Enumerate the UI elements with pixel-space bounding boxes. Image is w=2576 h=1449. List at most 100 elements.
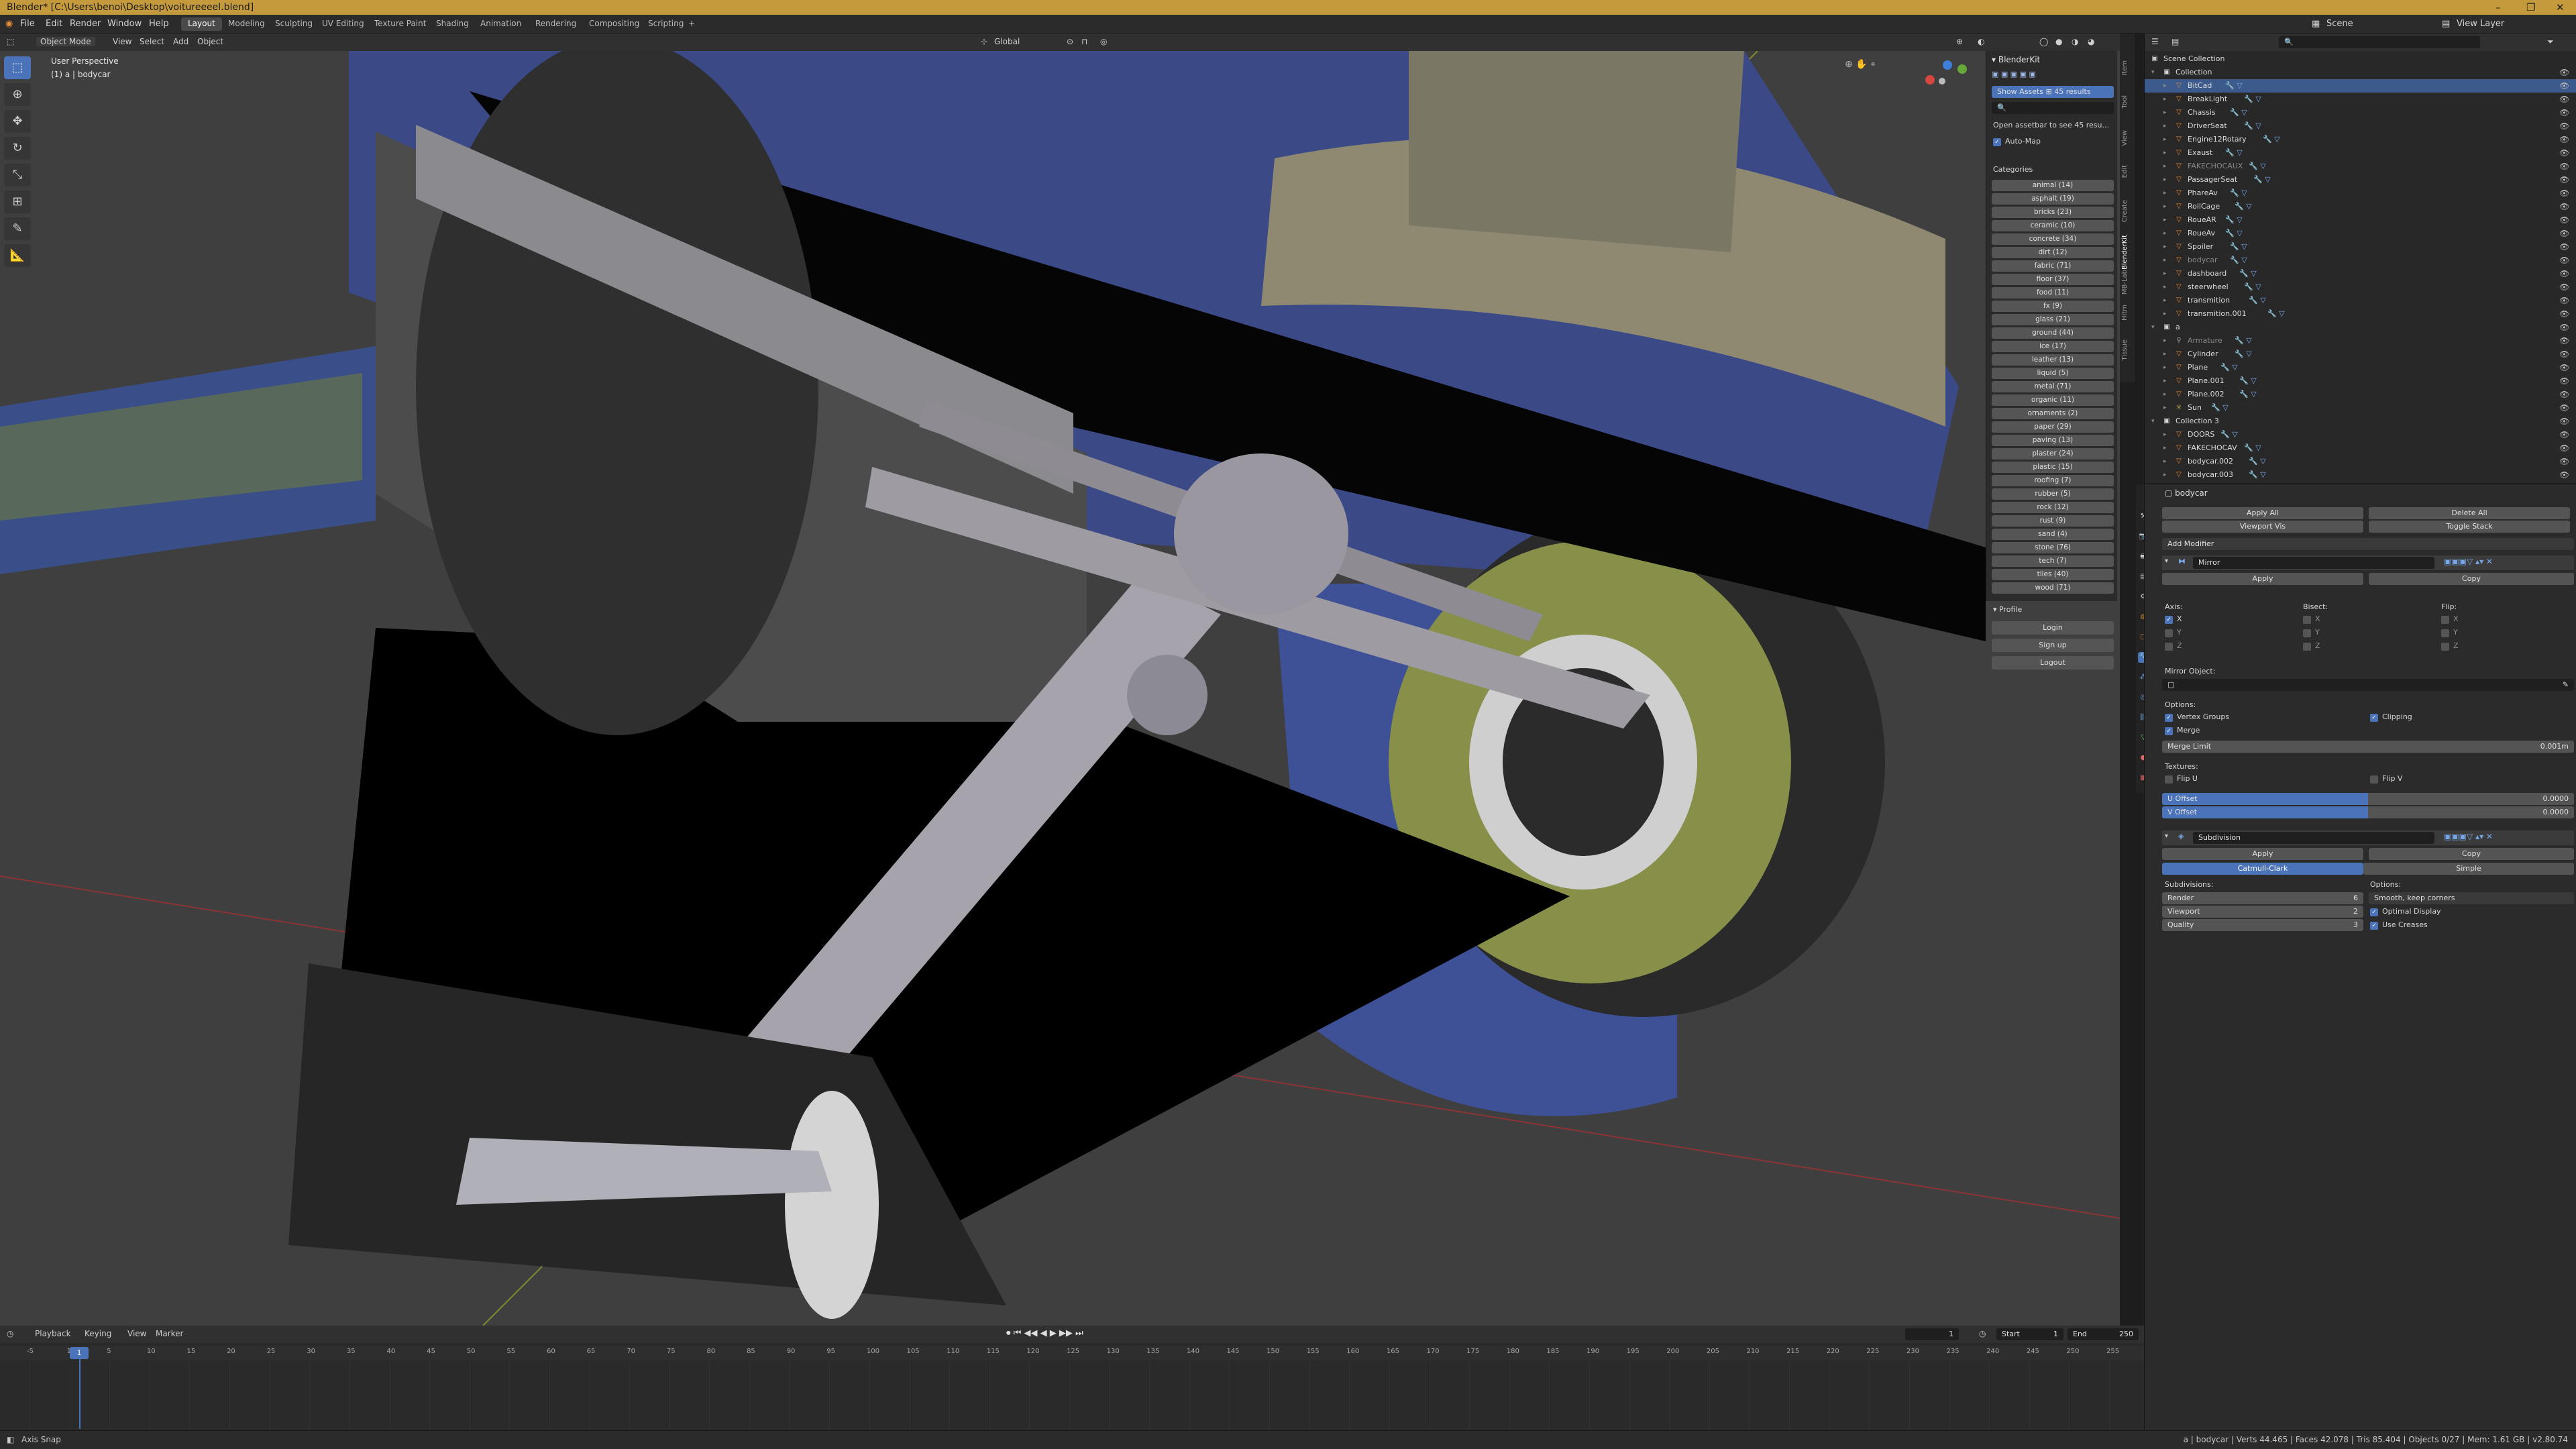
visibility-eye-icon[interactable]: 👁 bbox=[2559, 66, 2569, 79]
category-item[interactable]: plastic (15) bbox=[1992, 462, 2114, 473]
outliner-row[interactable]: ▸ ▽ transmition.001 🔧 ▽ 👁 bbox=[2145, 307, 2576, 321]
category-item[interactable]: ceramic (10) bbox=[1992, 220, 2114, 231]
expand-icon[interactable]: ▸ bbox=[2163, 227, 2170, 240]
modifier-visibility-icons[interactable]: ▣▣▣▽ ▴▾ ✕ bbox=[2444, 557, 2493, 566]
expand-icon[interactable]: ▸ bbox=[2163, 267, 2170, 280]
current-frame-field[interactable]: 1 bbox=[1905, 1328, 1959, 1340]
modifier-indicator-icon[interactable]: 🔧 ▽ bbox=[2244, 441, 2261, 455]
outliner-row[interactable]: ▸ ▽ Plane 🔧 ▽ 👁 bbox=[2145, 361, 2576, 374]
modifier-indicator-icon[interactable]: 🔧 ▽ bbox=[2244, 93, 2261, 106]
expand-icon[interactable]: ▸ bbox=[2163, 361, 2170, 374]
modifier-indicator-icon[interactable]: 🔧 ▽ bbox=[2230, 106, 2247, 119]
expand-icon[interactable]: ▸ bbox=[2163, 240, 2170, 254]
visibility-eye-icon[interactable]: 👁 bbox=[2559, 79, 2569, 93]
outliner-search-input[interactable]: 🔍 bbox=[2279, 36, 2480, 48]
v-offset-slider[interactable]: V Offset 0.0000 bbox=[2162, 806, 2574, 818]
category-item[interactable]: rust (9) bbox=[1992, 515, 2114, 527]
category-item[interactable]: floor (37) bbox=[1992, 274, 2114, 285]
outliner-row[interactable]: ▸ ▽ DOORS 🔧 ▽ 👁 bbox=[2145, 428, 2576, 441]
visibility-eye-icon[interactable]: 👁 bbox=[2559, 240, 2569, 254]
visibility-eye-icon[interactable]: 👁 bbox=[2559, 374, 2569, 388]
subdivision-name-field[interactable]: Subdivision bbox=[2193, 832, 2434, 844]
visibility-eye-icon[interactable]: 👁 bbox=[2559, 455, 2569, 468]
expand-icon[interactable]: ▸ bbox=[2163, 347, 2170, 361]
proportional-icon[interactable]: ◎ bbox=[1100, 37, 1107, 46]
outliner-row[interactable]: ▸ ▽ Chassis 🔧 ▽ 👁 bbox=[2145, 106, 2576, 119]
modifier-indicator-icon[interactable]: 🔧 ▽ bbox=[2239, 374, 2257, 388]
category-item[interactable]: paving (13) bbox=[1992, 435, 2114, 446]
sidebar-tab-hitm[interactable]: Hitm bbox=[2121, 305, 2133, 321]
bisect-y-checkbox[interactable] bbox=[2303, 629, 2311, 637]
category-item[interactable]: glass (21) bbox=[1992, 314, 2114, 325]
expand-icon[interactable]: ▸ bbox=[2163, 93, 2170, 106]
category-item[interactable]: rock (12) bbox=[1992, 502, 2114, 513]
expand-icon[interactable]: ▸ bbox=[2163, 200, 2170, 213]
expand-icon[interactable]: ▸ bbox=[2163, 401, 2170, 415]
outliner-row[interactable]: ▸ ▽ DriverSeat 🔧 ▽ 👁 bbox=[2145, 119, 2576, 133]
asset-search-input[interactable]: 🔍 bbox=[1992, 102, 2114, 114]
overlay-toggle-icon[interactable]: ◐ bbox=[1978, 37, 1984, 46]
playhead[interactable] bbox=[79, 1347, 80, 1429]
outliner-row[interactable]: ▸ ▽ FAKECHOCAV 🔧 ▽ 👁 bbox=[2145, 441, 2576, 455]
visibility-eye-icon[interactable]: 👁 bbox=[2559, 294, 2569, 307]
modifier-indicator-icon[interactable]: 🔧 ▽ bbox=[2244, 119, 2261, 133]
viewport-menu-add[interactable]: Add bbox=[173, 37, 189, 46]
outliner-row[interactable]: ▸ ▽ PhareAv 🔧 ▽ 👁 bbox=[2145, 186, 2576, 200]
category-item[interactable]: liquid (5) bbox=[1992, 368, 2114, 379]
modifier-indicator-icon[interactable]: 🔧 ▽ bbox=[2220, 428, 2238, 441]
navigation-gizmo[interactable] bbox=[1919, 58, 1972, 111]
outliner-row[interactable]: ▸ ▽ bodycar.002 🔧 ▽ 👁 bbox=[2145, 455, 2576, 468]
visibility-eye-icon[interactable]: 👁 bbox=[2559, 200, 2569, 213]
scale-tool-icon[interactable]: ⤡ bbox=[4, 164, 31, 186]
gizmo-toggle-icon[interactable]: ⊕ bbox=[1956, 37, 1963, 46]
collapse-icon[interactable]: ▾ bbox=[2165, 557, 2168, 565]
timeline-menu-playback[interactable]: Playback bbox=[35, 1329, 71, 1338]
expand-icon[interactable]: ▸ bbox=[2163, 307, 2170, 321]
category-item[interactable]: rubber (5) bbox=[1992, 488, 2114, 500]
sidebar-tab-tool[interactable]: Tool bbox=[2121, 95, 2133, 108]
cursor-tool-icon[interactable]: ⊕ bbox=[4, 83, 31, 106]
category-item[interactable]: fx (9) bbox=[1992, 301, 2114, 312]
modifier-indicator-icon[interactable]: 🔧 ▽ bbox=[2211, 401, 2229, 415]
use-creases-checkbox[interactable]: ✓ bbox=[2370, 922, 2378, 930]
sidebar-tab-blenderkit[interactable]: BlenderKit bbox=[2121, 235, 2133, 270]
start-frame-field[interactable]: Start 1 bbox=[1996, 1328, 2063, 1340]
mirror-name-field[interactable]: Mirror bbox=[2193, 557, 2434, 569]
axis-y-checkbox[interactable] bbox=[2165, 629, 2173, 637]
u-offset-slider[interactable]: U Offset 0.0000 bbox=[2162, 793, 2574, 805]
auto-map-checkbox[interactable]: ✓ bbox=[1993, 138, 2001, 146]
profile-title[interactable]: ▾ Profile bbox=[1993, 605, 2022, 614]
modifier-indicator-icon[interactable]: 🔧 ▽ bbox=[2239, 267, 2257, 280]
view-layer-selector[interactable]: View Layer bbox=[2457, 19, 2504, 29]
end-frame-field[interactable]: End 250 bbox=[2068, 1328, 2139, 1340]
modifier-indicator-icon[interactable]: 🔧 ▽ bbox=[2225, 213, 2243, 227]
menu-window[interactable]: Window bbox=[107, 19, 142, 29]
shading-solid-icon[interactable]: ● bbox=[2055, 37, 2062, 46]
timeline-menu-keying[interactable]: Keying bbox=[85, 1329, 111, 1338]
visibility-eye-icon[interactable]: 👁 bbox=[2559, 173, 2569, 186]
axis-x-checkbox[interactable]: ✓ bbox=[2165, 616, 2173, 624]
modifier-indicator-icon[interactable]: 🔧 ▽ bbox=[2235, 347, 2252, 361]
shading-rendered-icon[interactable]: ◕ bbox=[2088, 37, 2094, 46]
viewport-vis-button[interactable]: Viewport Vis bbox=[2162, 521, 2363, 533]
snap-icon[interactable]: ⊓ bbox=[1081, 37, 1087, 46]
visibility-eye-icon[interactable]: 👁 bbox=[2559, 267, 2569, 280]
category-item[interactable]: bricks (23) bbox=[1992, 207, 2114, 218]
category-item[interactable]: roofing (7) bbox=[1992, 475, 2114, 486]
expand-icon[interactable]: ▸ bbox=[2163, 374, 2170, 388]
flip-v-checkbox[interactable] bbox=[2370, 775, 2378, 784]
flip-u-checkbox[interactable] bbox=[2165, 775, 2173, 784]
mirror-object-field[interactable]: ▢ ✎ bbox=[2162, 679, 2574, 691]
sidebar-tab-tissue[interactable]: Tissue bbox=[2121, 339, 2133, 361]
visibility-eye-icon[interactable]: 👁 bbox=[2559, 388, 2569, 401]
modifier-indicator-icon[interactable]: 🔧 ▽ bbox=[2249, 160, 2266, 173]
visibility-eye-icon[interactable]: 👁 bbox=[2559, 307, 2569, 321]
outliner-row[interactable]: ▸ ▽ FAKECHOCAUX 🔧 ▽ 👁 bbox=[2145, 160, 2576, 173]
tab-shading[interactable]: Shading bbox=[429, 17, 476, 31]
add-modifier-dropdown[interactable]: Add Modifier bbox=[2162, 538, 2574, 550]
transform-tool-icon[interactable]: ⊞ bbox=[4, 191, 31, 213]
playback-controls[interactable]: ⏺ ⏮ ◀◀ ◀ ▶ ▶▶ ⏭ bbox=[1006, 1328, 1083, 1338]
visibility-eye-icon[interactable]: 👁 bbox=[2559, 361, 2569, 374]
outliner-row[interactable]: ▸ ▽ RoueAv 🔧 ▽ 👁 bbox=[2145, 227, 2576, 240]
outliner-row[interactable]: ▸ ▽ Plane.002 🔧 ▽ 👁 bbox=[2145, 388, 2576, 401]
